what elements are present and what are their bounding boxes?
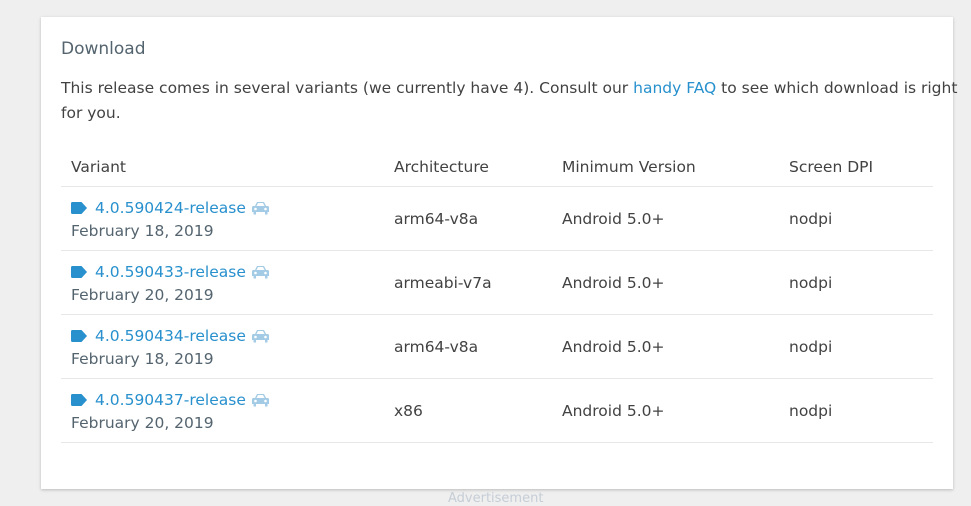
release-date: February 18, 2019: [71, 222, 214, 240]
download-card: Download This release comes in several v…: [41, 17, 957, 489]
car-icon: [251, 266, 269, 279]
release-link[interactable]: 4.0.590437-release: [95, 391, 246, 409]
table-header-row: Variant Architecture Minimum Version Scr…: [61, 143, 933, 187]
header-variant: Variant: [71, 158, 126, 176]
download-intro: This release comes in several variants (…: [61, 76, 957, 126]
faq-link[interactable]: handy FAQ: [633, 79, 716, 97]
release-link[interactable]: 4.0.590424-release: [95, 199, 246, 217]
variant-cell: 4.0.590433-release February 20, 2019: [71, 261, 269, 304]
min-version-cell: Android 5.0+: [562, 210, 665, 228]
release-link[interactable]: 4.0.590433-release: [95, 263, 246, 281]
variant-cell: 4.0.590437-release February 20, 2019: [71, 389, 269, 432]
tag-icon: [71, 202, 87, 214]
table-row: 4.0.590437-release February 20, 2019 x86…: [61, 379, 933, 443]
variant-cell: 4.0.590424-release February 18, 2019: [71, 197, 269, 240]
architecture-cell: x86: [394, 402, 423, 420]
release-date: February 18, 2019: [71, 350, 214, 368]
dpi-cell: nodpi: [789, 338, 833, 356]
header-minimum-version: Minimum Version: [562, 158, 696, 176]
table-row: 4.0.590424-release February 18, 2019 arm…: [61, 187, 933, 251]
intro-text: This release comes in several variants (…: [61, 79, 629, 97]
release-date: February 20, 2019: [71, 414, 214, 432]
architecture-cell: arm64-v8a: [394, 210, 479, 228]
dpi-cell: nodpi: [789, 402, 833, 420]
architecture-cell: armeabi-v7a: [394, 274, 492, 292]
header-screen-dpi: Screen DPI: [789, 158, 874, 176]
tag-icon: [71, 330, 87, 342]
dpi-cell: nodpi: [789, 274, 833, 292]
car-icon: [251, 330, 269, 343]
tag-icon: [71, 394, 87, 406]
variant-cell: 4.0.590434-release February 18, 2019: [71, 325, 269, 368]
release-date: February 20, 2019: [71, 286, 214, 304]
download-title: Download: [61, 39, 146, 59]
min-version-cell: Android 5.0+: [562, 338, 665, 356]
min-version-cell: Android 5.0+: [562, 402, 665, 420]
tag-icon: [71, 266, 87, 278]
header-architecture: Architecture: [394, 158, 489, 176]
intro-text-line2: for you.: [61, 104, 121, 122]
min-version-cell: Android 5.0+: [562, 274, 665, 292]
car-icon: [251, 202, 269, 215]
table-row: 4.0.590434-release February 18, 2019 arm…: [61, 315, 933, 379]
car-icon: [251, 394, 269, 407]
release-link[interactable]: 4.0.590434-release: [95, 327, 246, 345]
intro-text-after: to see which download is right: [721, 79, 958, 97]
table-row: 4.0.590433-release February 20, 2019 arm…: [61, 251, 933, 315]
dpi-cell: nodpi: [789, 210, 833, 228]
architecture-cell: arm64-v8a: [394, 338, 479, 356]
